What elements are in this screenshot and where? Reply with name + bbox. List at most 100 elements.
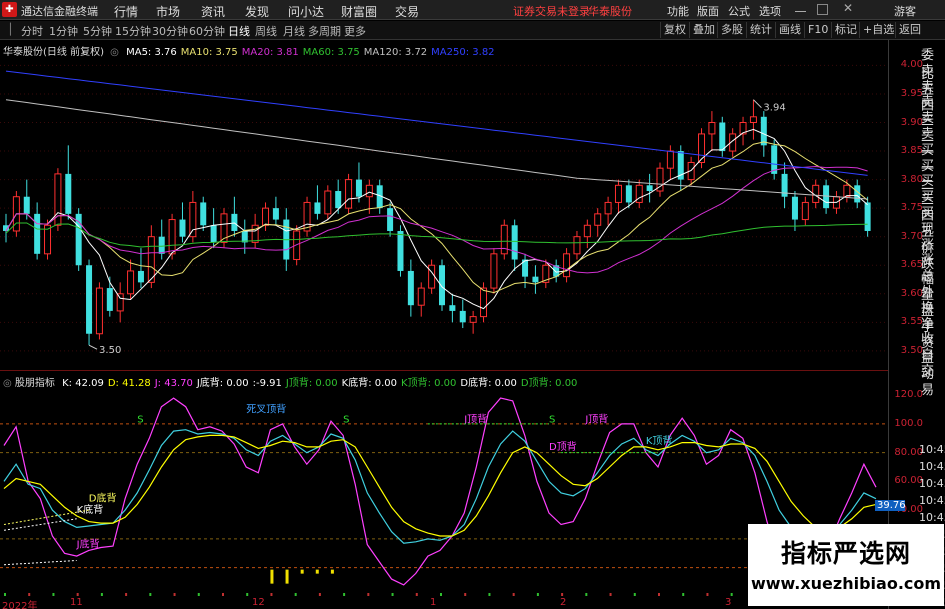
high-marker-line	[753, 99, 762, 109]
menu-trade[interactable]: 交易	[395, 3, 419, 20]
menu-quotes[interactable]: 行情	[114, 3, 138, 20]
guest-label[interactable]: 游客	[894, 3, 916, 19]
indicator-toggle-icon[interactable]: ◎	[3, 378, 12, 389]
candle-body	[583, 224, 591, 238]
axis-label-year: 2022年	[2, 601, 38, 609]
signal-bar	[315, 569, 319, 574]
volume-tick	[585, 593, 588, 596]
indicator-tick-label: 120.0	[894, 389, 923, 401]
indicator-line	[3, 397, 877, 586]
period-5min[interactable]: 5分钟	[83, 23, 112, 39]
menu-discover[interactable]: 发现	[245, 3, 269, 20]
maximize-icon[interactable]	[817, 4, 828, 15]
period-multi[interactable]: 多周期	[308, 23, 341, 39]
candle-body	[210, 225, 217, 243]
main-legend: 华泰股份(日线 前复权) ◎ MA5: 3.76 MA10: 3.75 MA20: …	[3, 43, 495, 58]
add-watchlist-button[interactable]: +自选	[859, 22, 897, 38]
legend-toggle-icon[interactable]: ◎	[110, 47, 119, 58]
candle-body	[801, 201, 809, 221]
volume-tick	[658, 593, 660, 596]
candle-body	[532, 276, 539, 283]
candle-body	[843, 184, 851, 198]
adjust-button[interactable]: 复权	[660, 22, 689, 38]
indicator-value: D底背: 0.00	[460, 378, 517, 389]
divergence-annotation: 死叉顶背	[246, 402, 286, 415]
period-intraday[interactable]: 分时	[21, 23, 43, 39]
indicator-value: :-9.91	[252, 378, 282, 389]
volume-tick	[730, 593, 733, 596]
price-tick-label: 3.75	[900, 202, 923, 214]
f10-button[interactable]: F10	[804, 22, 831, 38]
overlay-button[interactable]: 叠加	[689, 22, 718, 38]
candle-body	[168, 219, 176, 255]
candle-body	[106, 288, 113, 311]
candle-body	[65, 173, 72, 214]
volume-tick	[294, 593, 297, 596]
period-more[interactable]: 更多	[344, 23, 366, 39]
trade-login-link[interactable]: 证券交易未登录	[513, 3, 590, 19]
candle-body	[760, 116, 767, 146]
candle-body	[480, 287, 488, 318]
back-button[interactable]: 返回	[895, 22, 924, 38]
candle-body	[179, 219, 186, 237]
divergence-annotation: D顶背	[549, 440, 577, 453]
menu-wealth[interactable]: 财富圈	[341, 3, 377, 20]
ma-line	[5, 222, 868, 248]
minimize-icon[interactable]	[795, 4, 806, 12]
signal-bar	[330, 569, 334, 574]
price-tick-label: 3.80	[900, 173, 923, 185]
price-tick-label: 3.85	[900, 145, 923, 157]
candle-body	[791, 196, 798, 220]
price-tick-label: 3.50	[900, 344, 923, 356]
axis-label-feb: 2	[560, 597, 567, 608]
signal-bar	[285, 569, 289, 584]
period-weekly[interactable]: 周线	[255, 23, 277, 39]
candle-body	[500, 224, 508, 255]
candlestick-chart[interactable]: 3.94 3.50	[0, 40, 888, 371]
ma-line	[5, 99, 868, 200]
candle-body	[749, 116, 757, 124]
signal-bar	[270, 569, 274, 584]
stats-button[interactable]: 统计	[746, 22, 775, 38]
ma-line	[5, 141, 868, 294]
volume-tick	[125, 593, 128, 596]
period-60min[interactable]: 60分钟	[189, 23, 225, 39]
period-1min[interactable]: 1分钟	[49, 23, 78, 39]
candle-body	[594, 213, 602, 226]
period-daily[interactable]: 日线	[228, 23, 250, 39]
indicator-name[interactable]: 股朋指标	[15, 378, 55, 389]
indicator-value: J顶背: 0.00	[285, 378, 338, 389]
multi-stock-button[interactable]: 多股	[717, 22, 746, 38]
volume-tick	[149, 593, 152, 596]
close-icon[interactable]: ✕	[843, 1, 854, 15]
menu-market[interactable]: 市场	[156, 3, 180, 20]
candle-body	[127, 270, 135, 295]
menu-functions[interactable]: 功能	[667, 3, 689, 19]
volume-tick	[52, 593, 55, 596]
menu-formula[interactable]: 公式	[728, 3, 750, 19]
price-chart-pane[interactable]: 3.94 3.50 华泰股份(日线 前复权) ◎ MA5: 3.76 MA10: 3…	[0, 40, 888, 371]
menu-layout[interactable]: 版面	[697, 3, 719, 19]
period-30min[interactable]: 30分钟	[152, 23, 188, 39]
period-15min[interactable]: 15分钟	[115, 23, 151, 39]
toolbar-menu-icon[interactable]: │	[7, 23, 14, 36]
indicator-value: K: 42.09	[62, 378, 104, 389]
candle-body	[708, 122, 716, 135]
menu-options[interactable]: 选项	[759, 3, 781, 19]
quote-field-label[interactable]: 交易	[921, 360, 945, 398]
price-tick-label: 4.00	[900, 59, 923, 71]
draw-button[interactable]: 画线	[775, 22, 804, 38]
candle-body	[158, 236, 165, 254]
candle-body	[324, 190, 332, 215]
volume-tick	[512, 593, 515, 596]
low-marker-label: 3.50	[99, 345, 121, 356]
volume-tick	[391, 593, 394, 596]
period-monthly[interactable]: 月线	[283, 23, 305, 39]
candle-body	[272, 208, 279, 220]
menu-news[interactable]: 资讯	[201, 3, 225, 20]
mark-button[interactable]: 标记	[831, 22, 860, 38]
candle-body	[335, 191, 342, 209]
menu-ask[interactable]: 问小达	[288, 3, 324, 20]
divergence-annotation: J底背	[76, 538, 100, 551]
stock-name-link[interactable]: 华泰股份	[588, 3, 632, 19]
